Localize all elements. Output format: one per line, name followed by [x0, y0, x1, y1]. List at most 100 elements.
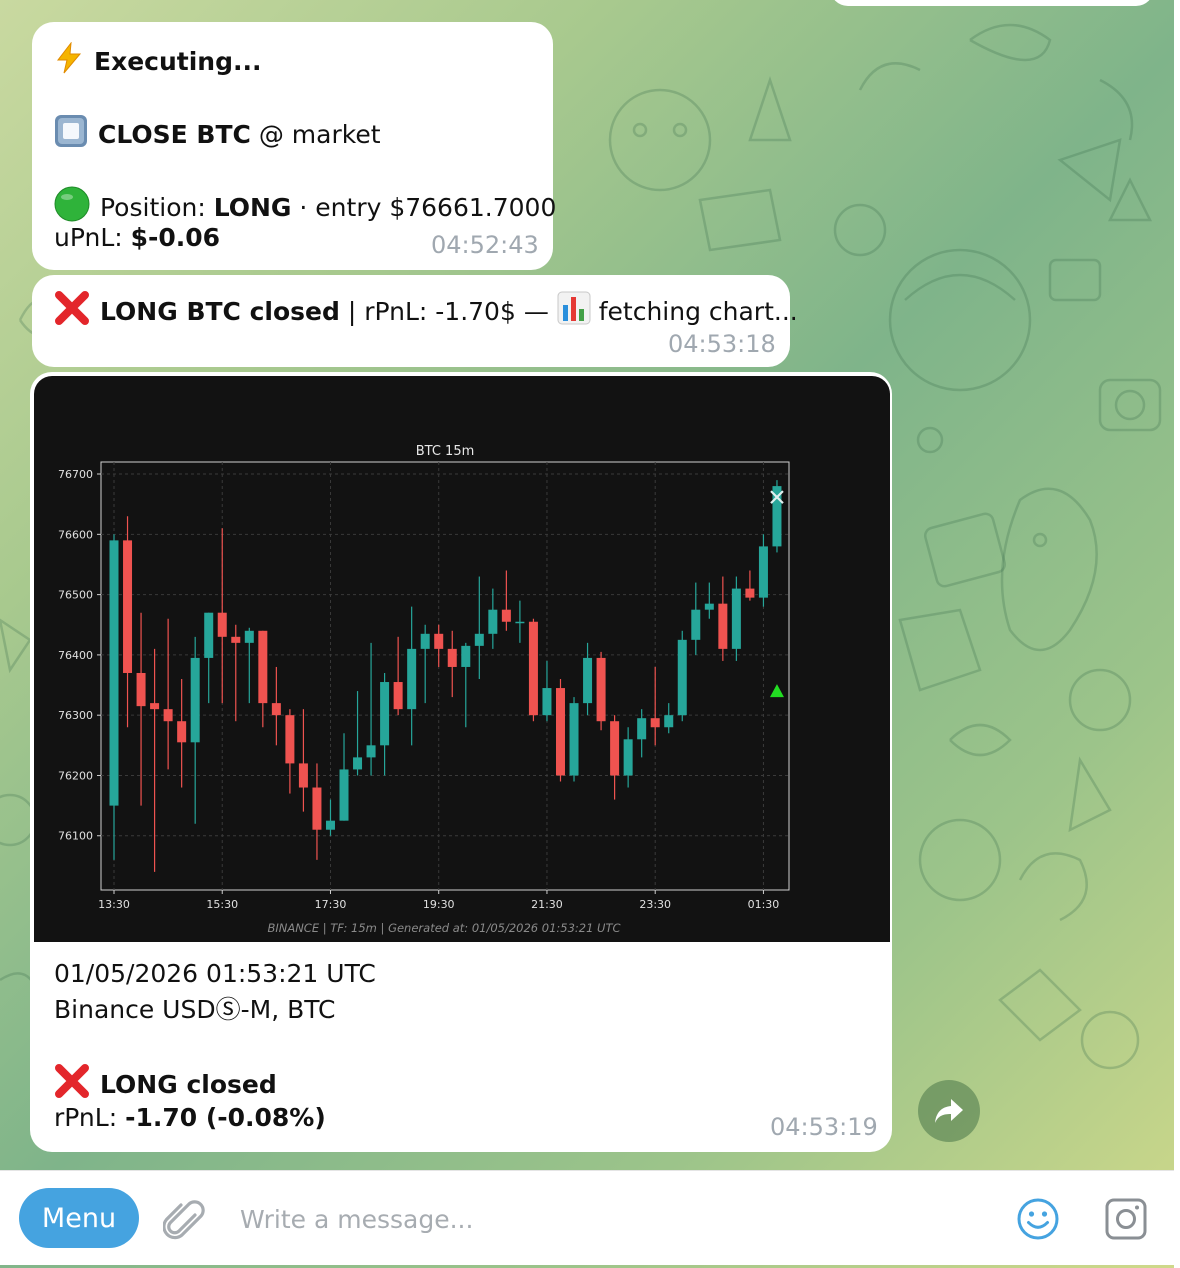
stop-button-icon: [54, 114, 88, 158]
chart-image[interactable]: BTC 15m 76100 76200 76300 76400 76500 76600 767…: [34, 376, 890, 942]
y-tick-label: 76500: [58, 589, 93, 602]
closed-label: LONG closed: [100, 1070, 277, 1099]
candle-body: [677, 639, 687, 716]
upnl-prefix: uPnL:: [54, 223, 131, 252]
message-timestamp: 04:52:43: [431, 231, 539, 259]
candle-body: [501, 609, 511, 622]
caption-datetime: 01/05/2026 01:53:21 UTC: [54, 959, 376, 988]
message-composer: Menu: [0, 1170, 1174, 1265]
x-tick-label: 01:30: [748, 898, 780, 911]
candle-body: [217, 612, 227, 637]
candle-body: [758, 546, 768, 598]
candle-body: [312, 787, 322, 830]
candle-body: [353, 757, 363, 770]
candle-body: [515, 621, 525, 624]
candle-body: [447, 648, 457, 667]
camera-icon[interactable]: [1104, 1197, 1148, 1245]
message-executing[interactable]: Executing... CLOSE BTC @ market Position…: [32, 22, 557, 270]
candle-body: [339, 769, 349, 821]
window-edge: [1174, 0, 1180, 1268]
chart-footer: BINANCE | TF: 15m | Generated at: 01/05/…: [267, 921, 620, 935]
closed-bold: LONG BTC closed: [100, 297, 340, 326]
candle-body: [258, 630, 268, 704]
closed-rpnl: | rPnL: -1.70$ —: [339, 297, 557, 326]
y-tick-label: 76100: [58, 830, 93, 843]
y-tick-label: 76700: [58, 468, 93, 481]
x-tick-label: 15:30: [206, 898, 238, 911]
candle-body: [150, 703, 160, 710]
message-line-executing: Executing...: [54, 41, 262, 84]
candle-body: [325, 820, 335, 830]
candle-body: [244, 630, 254, 643]
rpnl-prefix: rPnL:: [54, 1103, 126, 1132]
candle-body: [177, 721, 187, 743]
position-side: LONG: [213, 193, 292, 222]
message-long-closed[interactable]: LONG BTC closed | rPnL: -1.70$ — fetchin…: [32, 275, 798, 367]
close-order-rest: @ market: [250, 120, 381, 149]
candle-body: [190, 657, 200, 743]
candle-body: [434, 633, 444, 649]
menu-button[interactable]: Menu: [19, 1188, 139, 1248]
message-line-close-order: CLOSE BTC @ market: [54, 114, 381, 158]
candle-body: [650, 718, 660, 728]
caption-exchange: Binance USDⓈ-M, BTC: [54, 995, 336, 1024]
candle-body: [461, 645, 471, 667]
bar-chart-icon: [557, 291, 591, 335]
y-tick-label: 76400: [58, 649, 93, 662]
candlestick-chart: BTC 15m 76100 76200 76300 76400 76500 76600 767…: [58, 444, 790, 935]
attach-icon[interactable]: [162, 1197, 205, 1245]
candle-body: [393, 682, 403, 710]
candle-body: [596, 657, 606, 722]
y-tick-label: 76300: [58, 709, 93, 722]
y-tick-label: 76200: [58, 769, 93, 782]
candle-body: [583, 657, 593, 704]
message-input[interactable]: [238, 1193, 982, 1245]
x-tick-label: 23:30: [639, 898, 671, 911]
lightning-icon: [54, 41, 84, 84]
red-x-icon: [54, 290, 90, 336]
forward-button[interactable]: [918, 1080, 980, 1142]
x-tick-label: 17:30: [315, 898, 347, 911]
executing-label: Executing...: [94, 47, 262, 76]
candle-body: [664, 715, 674, 728]
x-tick-label: 13:30: [98, 898, 130, 911]
candle-body: [285, 715, 295, 764]
candle-body: [691, 609, 701, 640]
candle-body: [569, 703, 579, 776]
candle-body: [231, 636, 241, 643]
message-line-upnl: uPnL: $-0.06: [54, 220, 220, 256]
message-timestamp: 04:53:19: [770, 1113, 878, 1141]
candle-body: [271, 703, 281, 716]
forward-arrow-icon: [935, 1099, 963, 1123]
candle-body: [637, 718, 647, 740]
candle-body: [610, 721, 620, 776]
candle-body: [745, 588, 755, 598]
candle-body: [109, 540, 119, 806]
candle-body: [623, 739, 633, 776]
chart-title: BTC 15m: [416, 444, 475, 459]
message-chart[interactable]: BTC 15m 76100 76200 76300 76400 76500 76600 767…: [30, 372, 892, 1152]
candle-body: [366, 745, 376, 758]
candle-body: [488, 609, 498, 634]
emoji-icon[interactable]: [1016, 1197, 1060, 1245]
rpnl-value: -1.70 (-0.08%): [125, 1103, 326, 1132]
candle-body: [542, 688, 552, 716]
x-tick-label: 21:30: [531, 898, 563, 911]
position-prefix: Position:: [100, 193, 214, 222]
close-order-bold: CLOSE BTC: [98, 120, 251, 149]
message-timestamp: 04:53:18: [668, 330, 776, 358]
candle-body: [204, 612, 214, 658]
candle-body: [298, 763, 308, 788]
candle-body: [555, 688, 565, 776]
candle-body: [528, 621, 538, 716]
caption-rpnl: rPnL: -1.70 (-0.08%): [54, 1100, 326, 1136]
x-tick-label: 19:30: [423, 898, 455, 911]
candle-body: [718, 603, 728, 649]
fetching-chart-text: fetching chart...: [590, 297, 798, 326]
candle-body: [380, 682, 390, 746]
candle-body: [704, 603, 714, 610]
candle-body: [420, 633, 430, 649]
position-entry: · entry $76661.7000: [291, 193, 557, 222]
candle-body: [136, 672, 146, 707]
candle-body: [123, 540, 133, 673]
